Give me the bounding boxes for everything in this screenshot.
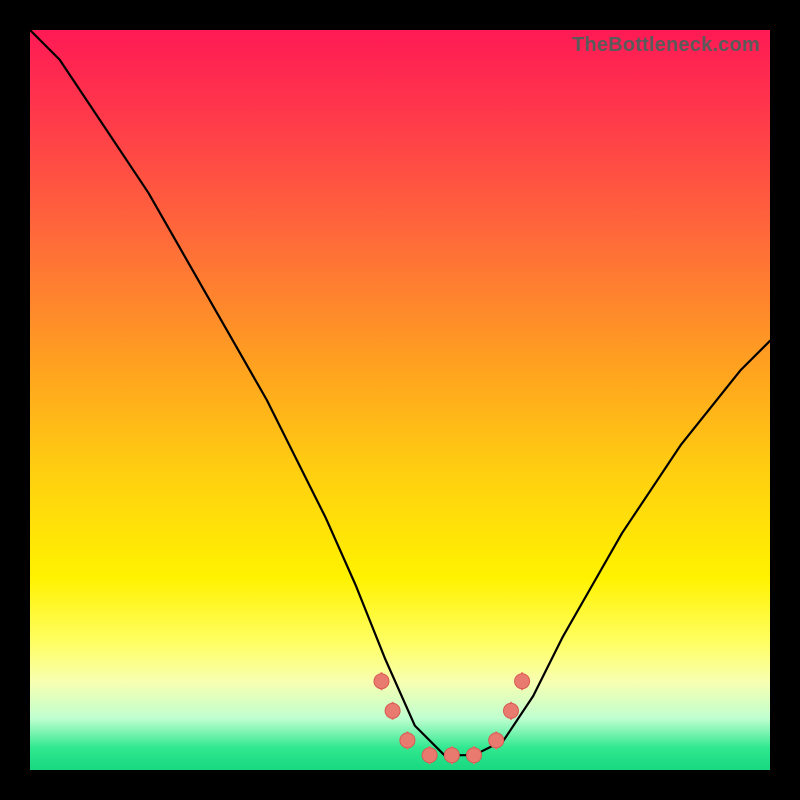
curve-svg <box>30 30 770 770</box>
chart-frame: TheBottleneck.com <box>0 0 800 800</box>
highlighted-point <box>400 733 415 748</box>
highlighted-point <box>504 703 519 718</box>
bottleneck-curve <box>30 30 770 755</box>
highlighted-point <box>515 674 530 689</box>
highlighted-point <box>374 674 389 689</box>
highlighted-point <box>489 733 504 748</box>
highlighted-point <box>422 748 437 763</box>
highlighted-point <box>467 748 482 763</box>
highlighted-point <box>385 703 400 718</box>
plot-area: TheBottleneck.com <box>30 30 770 770</box>
highlighted-point <box>444 748 459 763</box>
